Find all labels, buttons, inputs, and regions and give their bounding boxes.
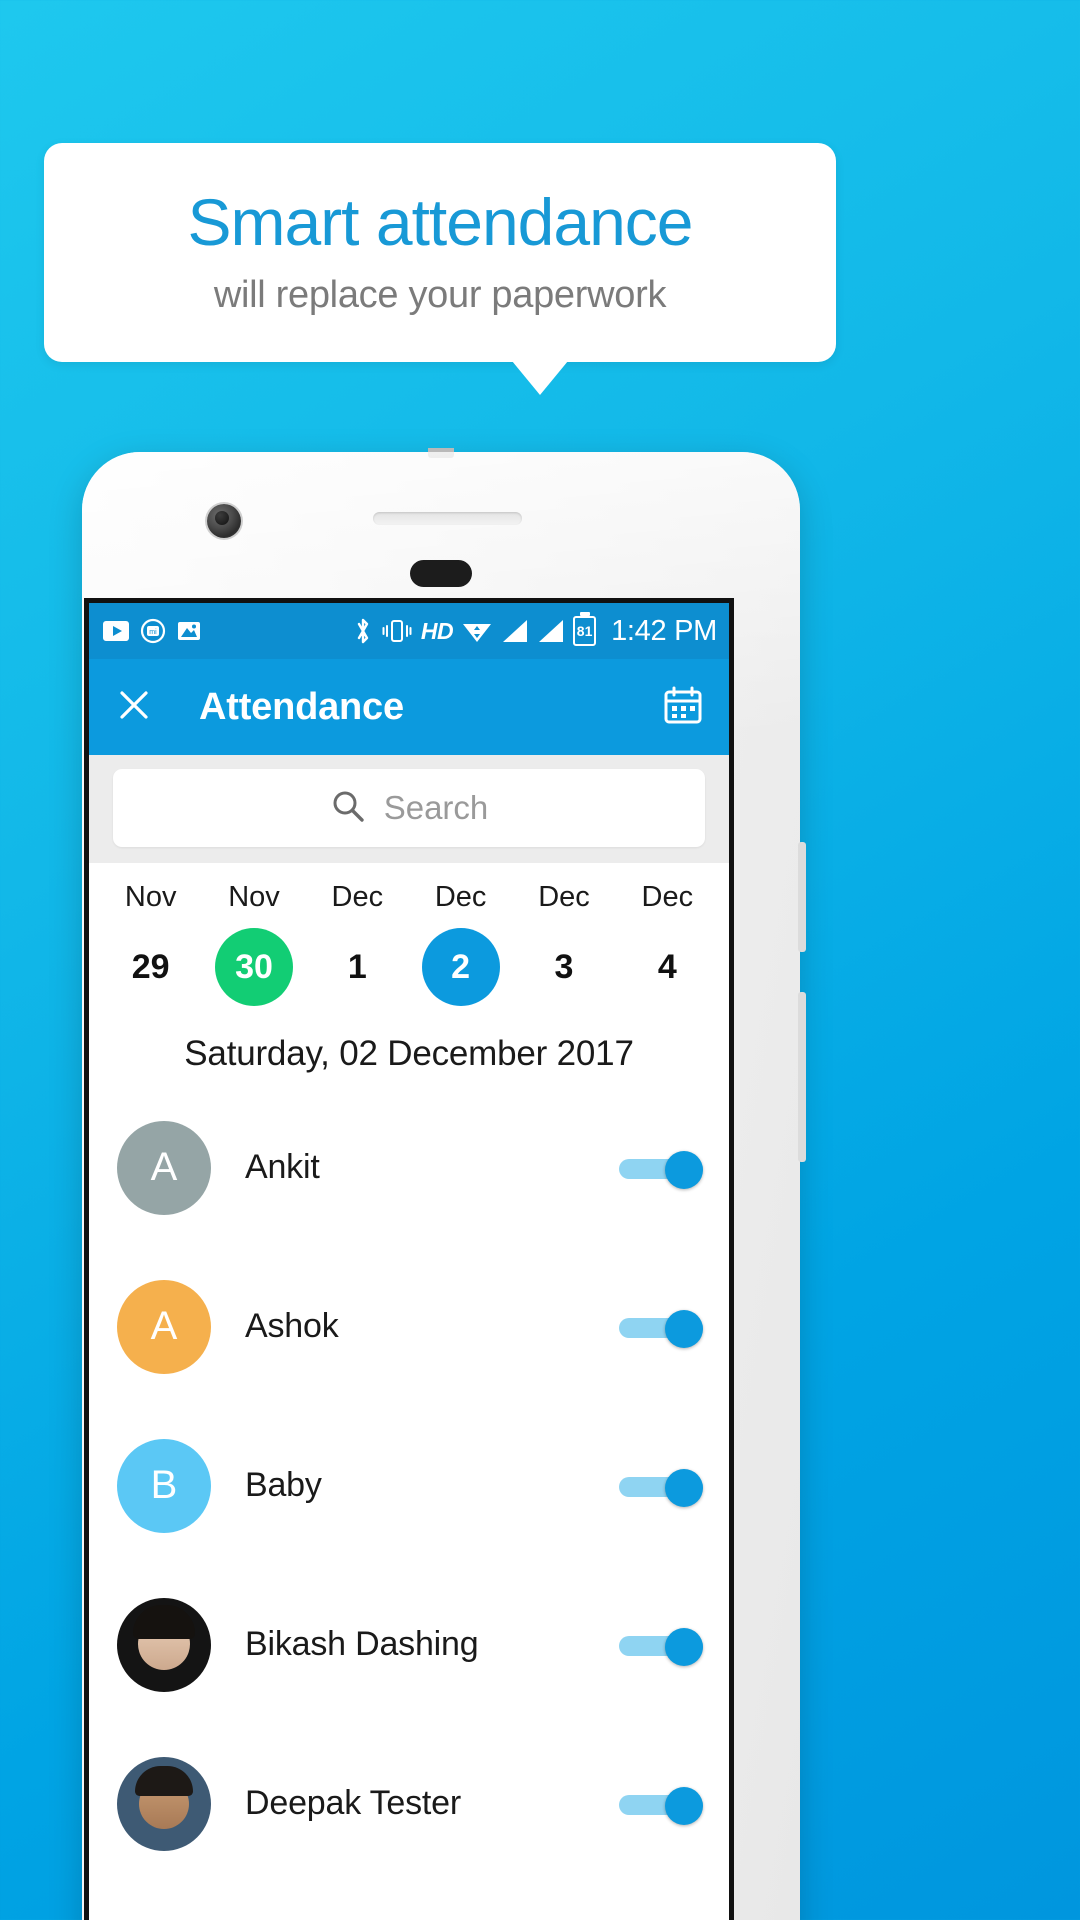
date-month: Dec [538, 881, 590, 913]
avatar: A [117, 1120, 211, 1215]
page-title: Attendance [199, 685, 404, 728]
attendance-toggle[interactable] [619, 1468, 703, 1507]
list-item[interactable]: Deepak Tester [89, 1724, 729, 1883]
wifi-icon [462, 618, 492, 644]
search-section: Search [89, 755, 729, 863]
earpiece-speaker [373, 512, 522, 525]
list-item[interactable]: B Baby [89, 1406, 729, 1565]
search-input[interactable]: Search [113, 769, 705, 847]
status-bar-notifications: mi [103, 618, 201, 644]
youtube-icon [103, 621, 129, 641]
attendance-toggle[interactable] [619, 1150, 703, 1189]
avatar: A [117, 1279, 211, 1374]
promo-title: Smart attendance [187, 185, 694, 260]
avatar [117, 1756, 211, 1851]
status-bar: mi HD 81 1:42 PM [89, 603, 729, 659]
date-strip: Nov 29 Nov 30 Dec 1 Dec 2 Dec 3 Dec 4 [89, 863, 729, 1012]
list-item[interactable]: A Ashok [89, 1247, 729, 1406]
promo-callout: Smart attendance will replace your paper… [44, 143, 836, 362]
avatar [117, 1597, 211, 1692]
person-name: Baby [245, 1466, 322, 1504]
attendance-toggle[interactable] [619, 1309, 703, 1348]
close-icon[interactable] [115, 686, 153, 729]
phone-side-button-lower [798, 992, 806, 1162]
phone-side-button-upper [798, 842, 806, 952]
proximity-sensor [410, 560, 472, 587]
date-cell[interactable]: Dec 1 [306, 881, 409, 1006]
list-item[interactable]: Bikash Dashing [89, 1565, 729, 1724]
calendar-icon[interactable] [663, 685, 703, 730]
gallery-icon [177, 619, 201, 643]
callout-tail [512, 361, 568, 395]
attendance-toggle[interactable] [619, 1627, 703, 1666]
toggle-knob [665, 1468, 703, 1507]
hd-icon: HD [420, 617, 454, 644]
date-month: Dec [331, 881, 384, 913]
mi-remote-icon: mi [140, 618, 166, 644]
date-day: 1 [347, 947, 367, 986]
status-bar-clock: 1:42 PM [611, 614, 717, 647]
toggle-knob [665, 1309, 703, 1348]
signal-1-icon [501, 618, 528, 644]
search-icon [330, 788, 366, 829]
date-day-today: 30 [214, 928, 293, 1006]
date-cell[interactable]: Dec 3 [512, 881, 615, 1006]
person-name: Ankit [245, 1148, 320, 1186]
phone-mockup: mi HD 81 1:42 PM Attendance Search Nov 2… [82, 448, 806, 1920]
date-month: Dec [434, 881, 487, 913]
front-camera-icon [207, 504, 241, 538]
toggle-knob [665, 1786, 703, 1825]
vibrate-icon [382, 618, 412, 644]
promo-subtitle: will replace your paperwork [213, 273, 667, 316]
battery-icon: 81 [573, 616, 597, 646]
search-placeholder: Search [383, 789, 489, 826]
date-cell[interactable]: Dec 4 [616, 881, 719, 1006]
person-name: Ashok [245, 1307, 339, 1345]
person-name: Deepak Tester [245, 1784, 462, 1822]
date-day: 29 [131, 947, 170, 986]
status-bar-system-icons: HD 81 1:42 PM [353, 615, 717, 648]
selected-date-label: Saturday, 02 December 2017 [184, 1034, 634, 1073]
phone-screen: mi HD 81 1:42 PM Attendance Search Nov 2… [84, 598, 734, 1920]
person-name: Bikash Dashing [245, 1625, 479, 1663]
date-day-selected: 2 [421, 928, 500, 1006]
date-cell[interactable]: Nov 29 [99, 881, 202, 1006]
toggle-knob [665, 1150, 703, 1189]
date-month: Nov [124, 881, 177, 913]
date-day: 3 [554, 947, 574, 986]
bluetooth-icon [353, 616, 373, 646]
avatar: B [117, 1438, 211, 1533]
list-item[interactable]: A Ankit [89, 1088, 729, 1247]
app-bar: Attendance [89, 659, 729, 755]
phone-top-nub [428, 448, 454, 458]
date-cell[interactable]: Nov 30 [202, 881, 305, 1006]
attendance-toggle[interactable] [619, 1786, 703, 1825]
svg-text:mi: mi [149, 629, 157, 636]
date-day: 4 [657, 947, 677, 986]
toggle-knob [665, 1627, 703, 1666]
date-month: Dec [641, 881, 694, 913]
date-cell[interactable]: Dec 2 [409, 881, 512, 1006]
attendance-list: A Ankit A Ashok B Baby Bikash Dashing De… [89, 1088, 729, 1883]
date-month: Nov [228, 881, 280, 913]
signal-2-icon [537, 618, 564, 644]
